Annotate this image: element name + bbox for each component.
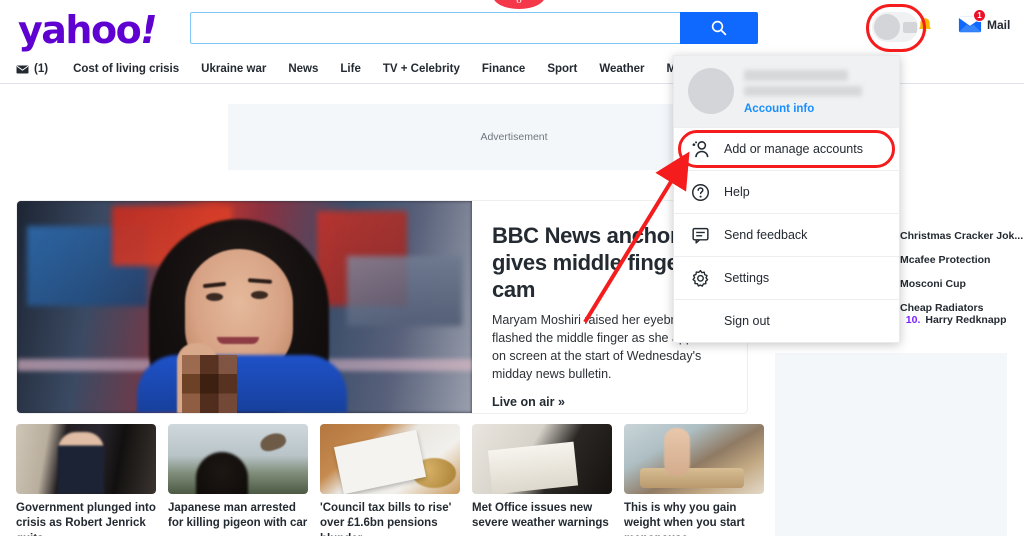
avatar-icon bbox=[874, 14, 900, 40]
logo-bang: ! bbox=[140, 8, 157, 52]
advertisement-label: Advertisement bbox=[480, 131, 548, 143]
menu-item-sign-out[interactable]: Sign out bbox=[674, 299, 899, 342]
account-dropdown-header: Account info bbox=[674, 56, 899, 127]
nav-item-weather[interactable]: Weather bbox=[588, 55, 655, 83]
rail-link-cheap-radiators[interactable]: Cheap Radiators bbox=[900, 302, 1024, 314]
nav-item-life[interactable]: Life bbox=[329, 55, 371, 83]
nav-item-finance[interactable]: Finance bbox=[471, 55, 536, 83]
thumbnail-caption: Japanese man arrested for killing pigeon… bbox=[168, 502, 308, 530]
censor-pixelation bbox=[182, 355, 237, 413]
list-item[interactable]: 'Council tax bills to rise' over £1.6bn … bbox=[320, 424, 460, 536]
thumbnail-image bbox=[168, 424, 308, 494]
hero-image bbox=[17, 201, 472, 413]
thumbnail-caption: 'Council tax bills to rise' over £1.6bn … bbox=[320, 502, 452, 536]
trending-item-10[interactable]: 10. Harry Redknapp bbox=[906, 314, 1007, 326]
menu-item-label: Add or manage accounts bbox=[724, 142, 863, 156]
trending-label: Harry Redknapp bbox=[925, 314, 1007, 326]
menu-item-label: Settings bbox=[724, 271, 770, 285]
add-user-icon bbox=[690, 139, 710, 159]
hero-article-card[interactable]: BBC News anchor gives middle finger to c… bbox=[16, 200, 748, 414]
notifications-bell-icon[interactable] bbox=[915, 16, 935, 42]
gear-icon bbox=[690, 268, 710, 288]
mail-link[interactable]: 1 Mail bbox=[958, 9, 1011, 36]
thumbnail-image bbox=[16, 424, 156, 494]
menu-item-send-feedback[interactable]: Send feedback bbox=[674, 213, 899, 256]
question-circle-icon bbox=[690, 182, 710, 202]
menu-item-label: Send feedback bbox=[724, 228, 808, 242]
nav-item-cost-of-living-crisis[interactable]: Cost of living crisis bbox=[62, 55, 190, 83]
menu-item-settings[interactable]: Settings bbox=[674, 256, 899, 299]
search-input[interactable] bbox=[190, 12, 680, 44]
thumbnail-caption: This is why you gain weight when you sta… bbox=[624, 502, 745, 536]
list-item[interactable]: Japanese man arrested for killing pigeon… bbox=[168, 424, 308, 536]
nav-mail-count: (1) bbox=[34, 63, 49, 75]
nav-item-tv-celebrity[interactable]: TV + Celebrity bbox=[372, 55, 471, 83]
thumbnail-caption: Met Office issues new severe weather war… bbox=[472, 502, 609, 530]
thumbnail-image bbox=[472, 424, 612, 494]
nav-item-sport[interactable]: Sport bbox=[536, 55, 588, 83]
account-email-blurred bbox=[744, 86, 862, 96]
nav-item-news[interactable]: News bbox=[277, 55, 329, 83]
thumbnail-caption: Government plunged into crisis as Robert… bbox=[16, 502, 156, 536]
thumbnail-image bbox=[624, 424, 764, 494]
account-info-link[interactable]: Account info bbox=[744, 103, 862, 115]
nav-item-mail[interactable]: (1) bbox=[16, 55, 62, 83]
envelope-icon bbox=[16, 64, 29, 74]
yahoo-logo[interactable]: yahoo! bbox=[18, 8, 158, 52]
list-item[interactable]: Met Office issues new severe weather war… bbox=[472, 424, 612, 536]
search-button[interactable] bbox=[680, 12, 758, 44]
logo-text: yahoo bbox=[18, 8, 142, 52]
site-header: yahoo! 1 Mail bbox=[0, 0, 1024, 55]
hero-cta-link[interactable]: Live on air » bbox=[492, 395, 729, 409]
trending-rank: 10. bbox=[905, 314, 921, 326]
mail-icon: 1 bbox=[958, 9, 986, 36]
menu-item-add-or-manage-accounts[interactable]: Add or manage accounts bbox=[674, 127, 899, 170]
rail-link-mcafee-protection[interactable]: Mcafee Protection bbox=[900, 254, 1024, 266]
article-thumbnail-row: Government plunged into crisis as Robert… bbox=[16, 424, 764, 536]
right-rail-links: Christmas Cracker Jok... Mcafee Protecti… bbox=[900, 230, 1024, 326]
account-name-blurred bbox=[744, 70, 848, 81]
account-avatar-button[interactable] bbox=[872, 12, 918, 42]
nav-item-ukraine-war[interactable]: Ukraine war bbox=[190, 55, 277, 83]
list-item[interactable]: This is why you gain weight when you sta… bbox=[624, 424, 764, 536]
menu-item-label: Sign out bbox=[724, 314, 770, 328]
mail-badge: 1 bbox=[973, 9, 986, 22]
search-icon bbox=[711, 20, 727, 36]
right-rail-ad-placeholder bbox=[775, 353, 1007, 536]
avatar bbox=[688, 68, 734, 114]
account-dropdown-menu: Account info Add or manage accounts Help… bbox=[673, 55, 900, 343]
page-root: yahoo! 1 Mail (1) Cost of living crisis … bbox=[0, 0, 1024, 536]
menu-item-label: Help bbox=[724, 185, 750, 199]
rail-link-christmas-cracker-jokes[interactable]: Christmas Cracker Jok... bbox=[900, 230, 1024, 242]
menu-item-help[interactable]: Help bbox=[674, 170, 899, 213]
chat-bubble-icon bbox=[690, 225, 710, 245]
list-item[interactable]: Government plunged into crisis as Robert… bbox=[16, 424, 156, 536]
search-bar bbox=[190, 12, 758, 44]
rail-link-mosconi-cup[interactable]: Mosconi Cup bbox=[900, 278, 1024, 290]
mail-label: Mail bbox=[987, 18, 1011, 32]
thumbnail-image bbox=[320, 424, 460, 494]
